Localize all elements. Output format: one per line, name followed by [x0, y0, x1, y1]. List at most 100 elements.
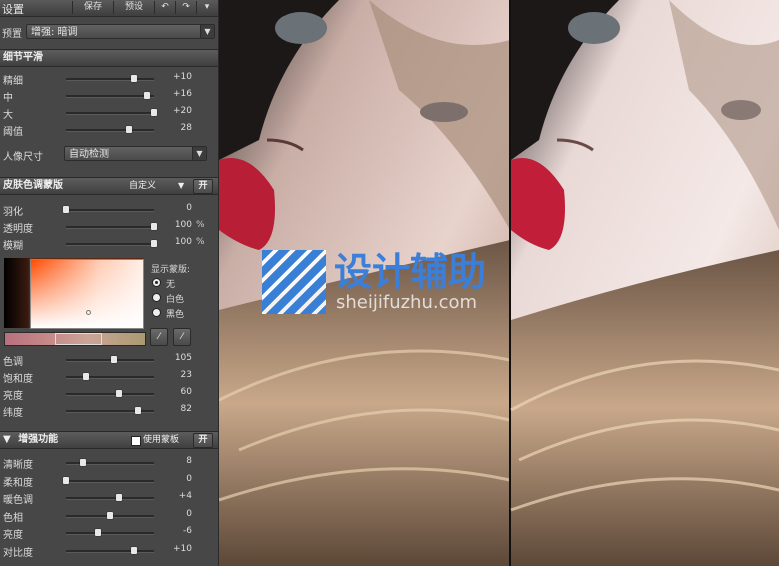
slider-track[interactable]	[66, 373, 154, 380]
saturation-field[interactable]	[30, 259, 144, 329]
slider-thumb[interactable]	[151, 223, 157, 230]
slider-label: 羽化	[3, 207, 23, 218]
slider-thumb[interactable]	[94, 529, 101, 536]
slider-row: 透明度 100%	[0, 219, 218, 235]
preset-select[interactable]: 增强: 暗调 ▼	[26, 24, 215, 39]
slider-track[interactable]	[66, 75, 154, 82]
display-mask-radio-black[interactable]	[152, 308, 161, 317]
slider-track[interactable]	[66, 240, 157, 247]
slider-row: 亮度 -6	[0, 525, 218, 541]
eyedropper-add-icon[interactable]: ⁄	[173, 328, 191, 346]
slider-thumb[interactable]	[111, 356, 118, 363]
hue-range-bar[interactable]	[4, 332, 146, 346]
slider-row: 柔和度 0	[0, 473, 218, 489]
slider-value: 28	[180, 123, 192, 133]
slider-track[interactable]	[66, 529, 154, 536]
slider-track[interactable]	[66, 407, 154, 414]
skin-mask-title: 皮肤色调蒙版	[3, 180, 63, 191]
portrait-size-row: 人像尺寸 自动检测 ▼	[0, 146, 218, 163]
slider-thumb[interactable]	[115, 494, 122, 501]
portrait-size-label: 人像尺寸	[3, 152, 43, 163]
slider-thumb[interactable]	[63, 206, 69, 213]
watermark-title: 设计辅助	[334, 250, 487, 294]
slider-track[interactable]	[66, 390, 154, 397]
slider-value: +10	[173, 543, 192, 554]
display-mask-radio-none[interactable]	[152, 278, 161, 287]
slider-row: 羽化 0	[0, 202, 218, 218]
enhance-header[interactable]: ▼ 增强功能 使用蒙板 开	[0, 431, 218, 449]
slider-thumb[interactable]	[135, 407, 142, 414]
slider-track[interactable]	[66, 459, 154, 466]
skin-mask-mode[interactable]: 自定义	[129, 178, 156, 194]
slider-value: +10	[173, 72, 192, 82]
collapse-triangle-icon[interactable]: ▼	[3, 434, 11, 445]
slider-value: 105	[174, 353, 192, 363]
slider-thumb[interactable]	[130, 546, 137, 554]
slider-track[interactable]	[63, 476, 154, 484]
redo-icon[interactable]: ↷	[175, 1, 196, 14]
slider-thumb[interactable]	[79, 459, 86, 466]
watermark-url: sheijifuzhu.com	[336, 292, 478, 313]
eyedropper-icon[interactable]: ⁄	[150, 328, 168, 346]
slider-label: 清晰度	[3, 460, 33, 471]
plugin-panel: 设置 保存 预设 ↶ ↷ ▾ 预置 增强: 暗调 ▼ 细节平滑 精细 +10 中 +1…	[0, 0, 219, 566]
slider-thumb[interactable]	[126, 126, 133, 133]
slider-label: 对比度	[3, 547, 33, 559]
slider-label: 亮度	[3, 391, 23, 402]
slider-value: 82	[180, 404, 192, 414]
slider-track[interactable]	[66, 109, 157, 116]
after-half	[510, 0, 779, 566]
slider-label: 色调	[3, 357, 23, 368]
slider-thumb[interactable]	[143, 92, 150, 99]
color-picker-area[interactable]	[4, 258, 144, 329]
slider-row: 色相 0	[0, 508, 218, 524]
use-mask-checkbox[interactable]	[131, 436, 141, 446]
slider-label: 模糊	[3, 241, 23, 252]
slider-track[interactable]	[66, 356, 154, 363]
portrait-size-value: 自动检测	[69, 149, 109, 160]
slider-row: 对比度 +10	[0, 543, 218, 559]
slider-track[interactable]	[66, 546, 154, 554]
menu-dropdown-icon[interactable]: ▾	[196, 1, 217, 14]
chevron-down-icon[interactable]: ▼	[178, 178, 184, 194]
slider-thumb[interactable]	[115, 390, 122, 397]
slider-track[interactable]	[66, 511, 154, 519]
portrait-size-select[interactable]: 自动检测 ▼	[64, 146, 207, 161]
display-mask-radio-white[interactable]	[152, 293, 161, 302]
enhance-title: 增强功能	[18, 434, 59, 445]
slider-track[interactable]	[66, 92, 154, 99]
slider-label: 饱和度	[3, 374, 33, 385]
slider-value: 0	[186, 203, 192, 213]
undo-icon[interactable]: ↶	[154, 1, 175, 14]
slider-thumb[interactable]	[83, 373, 90, 380]
detail-smoothing-title: 细节平滑	[3, 52, 43, 63]
slider-track[interactable]	[63, 206, 154, 213]
slider-track[interactable]	[66, 223, 157, 230]
use-mask-label: 使用蒙板	[143, 435, 180, 445]
slider-thumb[interactable]	[151, 240, 157, 247]
display-mask-label: 显示蒙版:	[151, 265, 191, 275]
hue-range-selection[interactable]	[55, 333, 102, 345]
enhance-on-button[interactable]: 开	[193, 433, 213, 448]
picker-crosshair[interactable]	[86, 310, 91, 315]
slider-thumb[interactable]	[151, 109, 157, 116]
slider-row: 色调 105	[0, 352, 218, 368]
slider-label: 亮度	[3, 530, 23, 541]
slider-unit: %	[196, 220, 205, 230]
watermark-logo-icon	[262, 250, 326, 314]
detail-smoothing-header[interactable]: 细节平滑	[0, 49, 218, 67]
slider-track[interactable]	[66, 126, 154, 133]
slider-thumb[interactable]	[107, 511, 113, 519]
slider-label: 纬度	[3, 408, 23, 419]
preset-button[interactable]: 预设	[113, 1, 154, 14]
save-button[interactable]: 保存	[72, 1, 113, 14]
slider-track[interactable]	[66, 494, 154, 501]
preset-row: 预置 增强: 暗调 ▼	[0, 23, 218, 41]
display-mask-option-none: 无	[166, 280, 176, 290]
skin-mask-header[interactable]: 皮肤色调蒙版 自定义 ▼ 开	[0, 177, 218, 195]
skin-mask-on-button[interactable]: 开	[193, 179, 213, 194]
slider-unit: %	[196, 237, 205, 247]
slider-thumb[interactable]	[63, 476, 69, 484]
slider-thumb[interactable]	[130, 75, 137, 82]
slider-value: +4	[178, 491, 192, 501]
